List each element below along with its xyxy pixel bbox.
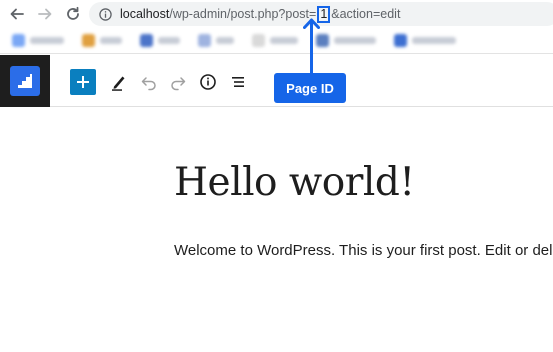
redo-icon — [171, 77, 186, 91]
post-paragraph[interactable]: Welcome to WordPress. This is your first… — [174, 242, 553, 259]
wordpress-icon — [10, 66, 40, 96]
add-block-icon — [77, 76, 89, 88]
bookmark-item[interactable] — [82, 34, 122, 47]
redo-button[interactable] — [166, 70, 190, 94]
undo-button[interactable] — [137, 70, 161, 94]
post-title[interactable]: Hello world! — [174, 160, 415, 205]
bookmark-item[interactable] — [12, 34, 64, 47]
browser-toolbar: localhost/wp-admin/post.php?post= 1 &actio… — [0, 0, 553, 28]
address-bar[interactable]: localhost/wp-admin/post.php?post= 1 &actio… — [89, 2, 553, 26]
bookmark-item[interactable] — [198, 34, 234, 47]
callout-pointer — [310, 22, 313, 74]
tools-button[interactable] — [107, 70, 131, 94]
pencil-icon — [112, 76, 125, 91]
bookmark-item[interactable] — [252, 34, 298, 47]
url-path: /wp-admin/post.php?post= — [169, 7, 317, 21]
site-info-icon[interactable] — [99, 7, 112, 21]
undo-icon — [141, 77, 156, 91]
forward-icon[interactable] — [34, 3, 56, 25]
url-host: localhost — [120, 7, 170, 21]
bookmark-item[interactable] — [394, 34, 456, 47]
page-id-callout: Page ID — [274, 73, 346, 103]
wordpress-menu-button[interactable] — [0, 55, 50, 107]
info-icon — [200, 74, 216, 90]
details-button[interactable] — [196, 70, 220, 94]
list-view-icon — [232, 77, 244, 87]
reload-icon[interactable] — [62, 3, 84, 25]
arrow-up-icon — [303, 18, 320, 29]
bookmark-item[interactable] — [316, 34, 376, 47]
back-icon[interactable] — [6, 3, 28, 25]
list-view-button[interactable] — [226, 70, 250, 94]
bookmarks-bar — [0, 28, 553, 54]
bookmark-item[interactable] — [140, 34, 180, 47]
add-block-button[interactable] — [70, 69, 96, 95]
url-query-action: &action=edit — [331, 7, 401, 21]
